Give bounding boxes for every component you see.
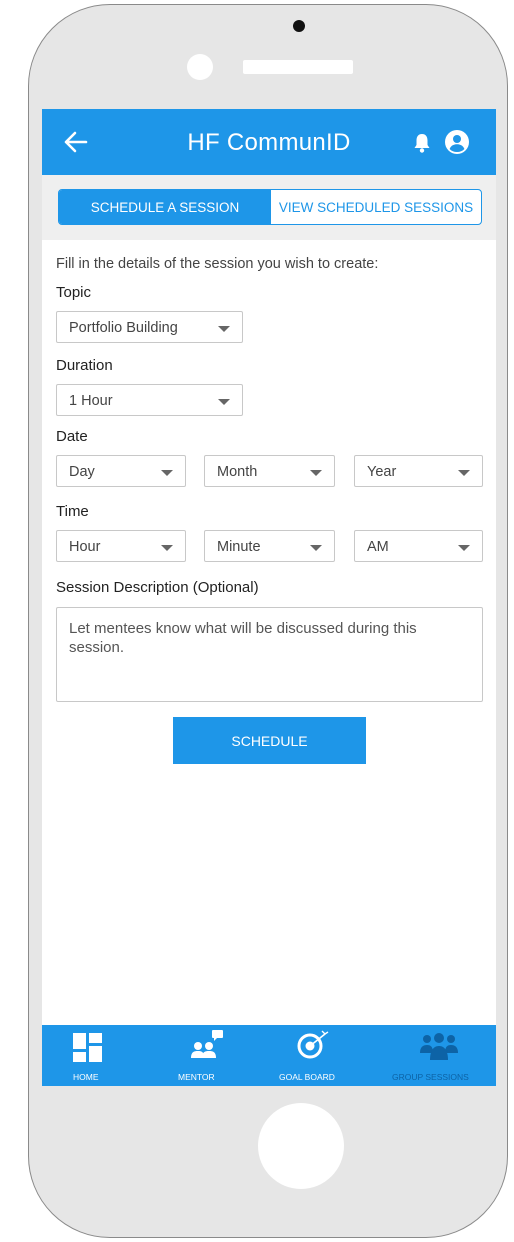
topic-select[interactable]: Portfolio Building [56,311,243,343]
topic-value: Portfolio Building [69,320,178,336]
chevron-down-icon [161,470,173,476]
camera [293,20,305,32]
nav-label-group-sessions: GROUP SESSIONS [392,1072,469,1082]
front-sensor [187,54,213,80]
app-header: HF CommunID [42,109,496,175]
duration-label: Duration [56,357,113,374]
nav-label-home: HOME [73,1072,99,1082]
description-placeholder: Let mentees know what will be discussed … [69,620,417,656]
form-intro: Fill in the details of the session you w… [56,256,379,272]
chevron-down-icon [458,470,470,476]
nav-item-goal-board[interactable]: GOAL BOARD [278,1025,346,1086]
nav-item-mentor[interactable]: MENTOR [174,1025,234,1086]
day-value: Day [69,464,95,480]
tab-strip: SCHEDULE A SESSION VIEW SCHEDULED SESSIO… [42,175,496,240]
home-button[interactable] [258,1103,344,1189]
target-icon [297,1030,329,1059]
duration-value: 1 Hour [69,393,113,409]
nav-item-group-sessions[interactable]: GROUP SESSIONS [390,1025,484,1086]
bell-icon[interactable] [412,132,432,154]
chevron-down-icon [161,545,173,551]
tab-schedule-session[interactable]: SCHEDULE A SESSION [59,190,271,224]
time-label: Time [56,503,89,520]
home-grid-icon [73,1033,102,1062]
ampm-select[interactable]: AM [354,530,483,562]
minute-select[interactable]: Minute [204,530,335,562]
nav-label-mentor: MENTOR [178,1072,215,1082]
hour-value: Hour [69,539,101,555]
group-icon [420,1033,458,1060]
chevron-down-icon [218,399,230,405]
topic-label: Topic [56,284,92,301]
year-select[interactable]: Year [354,455,483,487]
mentor-icon [191,1030,223,1058]
tab-view-scheduled-sessions[interactable]: VIEW SCHEDULED SESSIONS [271,190,481,224]
nav-item-home[interactable]: HOME [56,1025,106,1086]
description-textarea[interactable]: Let mentees know what will be discussed … [56,607,483,702]
description-label: Session Description (Optional) [56,579,259,596]
day-select[interactable]: Day [56,455,186,487]
date-label: Date [56,428,88,445]
profile-icon[interactable] [445,130,469,154]
minute-value: Minute [217,539,261,555]
month-value: Month [217,464,258,480]
speaker [243,60,353,74]
month-select[interactable]: Month [204,455,335,487]
year-value: Year [367,464,397,480]
ampm-value: AM [367,539,389,555]
nav-label-goal-board: GOAL BOARD [279,1072,335,1082]
app-screen: HF CommunID SCHEDULE A SESSION VIEW SCHE… [42,109,496,1086]
schedule-button[interactable]: SCHEDULE [173,717,366,764]
chevron-down-icon [310,470,322,476]
hour-select[interactable]: Hour [56,530,186,562]
tab-bar: SCHEDULE A SESSION VIEW SCHEDULED SESSIO… [58,189,482,225]
bottom-nav: HOME MENTOR GOAL BOARD GROUP SESSIONS [42,1025,496,1086]
chevron-down-icon [310,545,322,551]
chevron-down-icon [458,545,470,551]
chevron-down-icon [218,326,230,332]
duration-select[interactable]: 1 Hour [56,384,243,416]
